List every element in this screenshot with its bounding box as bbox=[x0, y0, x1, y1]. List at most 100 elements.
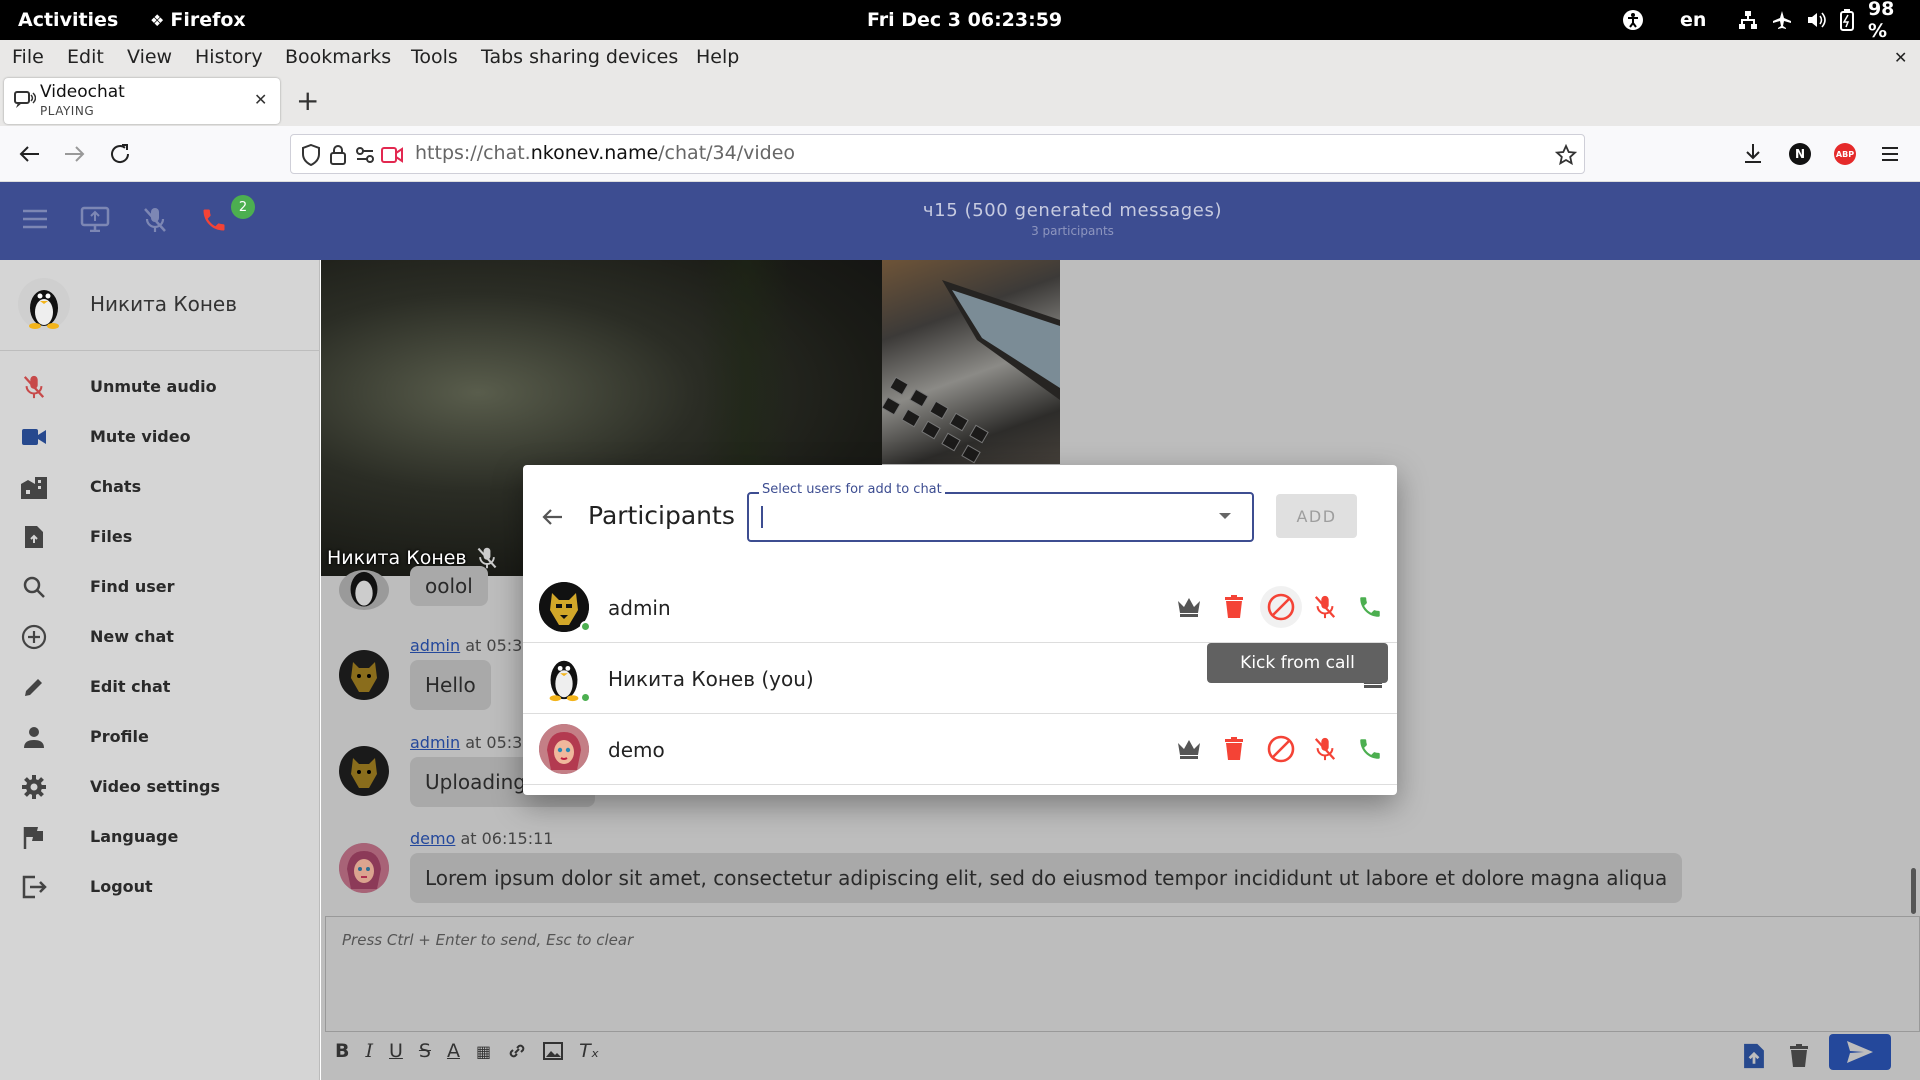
camera-sharing-icon[interactable] bbox=[381, 145, 403, 165]
menu-tools[interactable]: Tools bbox=[411, 40, 458, 74]
italic-icon[interactable]: I bbox=[365, 1040, 373, 1062]
forward-arrow-icon[interactable] bbox=[62, 142, 86, 166]
new-tab-plus-icon[interactable]: + bbox=[296, 84, 319, 117]
sidebar-item-chats[interactable]: Chats bbox=[0, 461, 320, 511]
lock-icon[interactable] bbox=[329, 144, 347, 166]
accessibility-icon[interactable] bbox=[1622, 0, 1644, 40]
sidebar-item-unmute-audio[interactable]: Unmute audio bbox=[0, 361, 320, 411]
sidebar-item-edit-chat[interactable]: Edit chat bbox=[0, 661, 320, 711]
avatar[interactable] bbox=[539, 653, 591, 703]
bookmark-star-icon[interactable] bbox=[1555, 144, 1577, 166]
file-upload-icon[interactable] bbox=[1743, 1042, 1765, 1070]
chat-subtitle: 3 participants bbox=[1031, 224, 1114, 238]
delete-icon[interactable] bbox=[1789, 1044, 1809, 1068]
add-button[interactable]: ADD bbox=[1276, 494, 1357, 538]
scrollbar-thumb[interactable] bbox=[1911, 868, 1916, 914]
delete-icon[interactable] bbox=[1219, 592, 1249, 622]
chat-title[interactable]: ч15 (500 generated messages) bbox=[0, 200, 1920, 221]
menu-edit[interactable]: Edit bbox=[67, 40, 104, 74]
reload-icon[interactable] bbox=[108, 142, 132, 166]
extension-n-icon[interactable]: N bbox=[1789, 143, 1811, 165]
mic-off-icon[interactable] bbox=[1310, 592, 1340, 622]
editor-toolbar: B I U S A ▦ Tₓ bbox=[335, 1040, 599, 1062]
avatar[interactable] bbox=[339, 650, 389, 700]
user-select-field[interactable]: Select users for add to chat bbox=[747, 482, 1254, 542]
downloads-icon[interactable] bbox=[1742, 142, 1764, 166]
hamburger-menu-icon[interactable] bbox=[1879, 143, 1901, 165]
sidebar-item-profile[interactable]: Profile bbox=[0, 711, 320, 761]
tab-strip: Videochat PLAYING ✕ + bbox=[0, 74, 1920, 126]
highlight-icon[interactable]: ▦ bbox=[476, 1042, 491, 1061]
sidebar-item-mute-video[interactable]: Mute video bbox=[0, 411, 320, 461]
keyboard-layout[interactable]: en bbox=[1680, 0, 1706, 40]
participant-row-admin[interactable]: admin bbox=[523, 572, 1397, 643]
permissions-icon[interactable] bbox=[355, 146, 375, 164]
sidebar-item-new-chat[interactable]: New chat bbox=[0, 611, 320, 661]
menu-tabs-sharing-devices[interactable]: Tabs sharing devices bbox=[481, 40, 678, 74]
crown-icon[interactable] bbox=[1174, 592, 1204, 622]
kick-from-call-icon[interactable] bbox=[1266, 734, 1296, 764]
window-close-icon[interactable]: ✕ bbox=[1894, 40, 1907, 74]
image-icon[interactable] bbox=[543, 1042, 564, 1060]
url-text[interactable]: https://chat.nkonev.name/chat/34/video bbox=[415, 142, 795, 164]
network-icon bbox=[1738, 11, 1757, 29]
online-indicator bbox=[580, 692, 591, 703]
message-bubble[interactable]: oolol bbox=[410, 566, 488, 606]
back-arrow-icon[interactable] bbox=[541, 505, 565, 529]
sidebar-item-find-user[interactable]: Find user bbox=[0, 561, 320, 611]
message-bubble[interactable]: Hello bbox=[410, 660, 491, 710]
avatar[interactable] bbox=[539, 582, 591, 632]
clear-format-icon[interactable]: Tₓ bbox=[579, 1040, 599, 1062]
url-bar[interactable]: https://chat.nkonev.name/chat/34/video bbox=[290, 134, 1585, 174]
bold-icon[interactable]: B bbox=[335, 1040, 349, 1062]
sidebar-item-files[interactable]: Files bbox=[0, 511, 320, 561]
tab-close-icon[interactable]: ✕ bbox=[254, 90, 267, 109]
avatar[interactable] bbox=[339, 746, 389, 796]
send-button[interactable] bbox=[1829, 1034, 1891, 1070]
mic-off-icon bbox=[20, 374, 48, 400]
text-caret bbox=[761, 506, 763, 528]
remote-video[interactable] bbox=[882, 260, 1060, 464]
sidebar-item-label: Unmute audio bbox=[90, 376, 217, 396]
underline-icon[interactable]: U bbox=[389, 1040, 403, 1062]
message-author-link[interactable]: demo bbox=[410, 829, 455, 848]
menu-view[interactable]: View bbox=[127, 40, 172, 74]
adblock-plus-icon[interactable]: ABP bbox=[1834, 143, 1856, 165]
message-bubble[interactable]: Lorem ipsum dolor sit amet, consectetur … bbox=[410, 853, 1683, 903]
crown-icon[interactable] bbox=[1174, 734, 1204, 764]
sidebar-item-logout[interactable]: Logout bbox=[0, 861, 320, 911]
dropdown-arrow-icon[interactable] bbox=[1219, 513, 1231, 519]
mic-off-icon[interactable] bbox=[1310, 734, 1340, 764]
back-arrow-icon[interactable] bbox=[18, 142, 42, 166]
link-icon[interactable] bbox=[507, 1041, 527, 1061]
menu-history[interactable]: History bbox=[195, 40, 263, 74]
tab-subtitle: PLAYING bbox=[40, 104, 95, 118]
avatar[interactable] bbox=[339, 843, 389, 893]
menu-help[interactable]: Help bbox=[696, 40, 739, 74]
call-icon[interactable] bbox=[1355, 734, 1385, 764]
sidebar-user-name[interactable]: Никита Конев bbox=[90, 292, 237, 316]
app-menu[interactable]: ❖ Firefox bbox=[150, 0, 246, 40]
tab-videochat[interactable]: Videochat PLAYING ✕ bbox=[4, 78, 280, 124]
shield-icon[interactable] bbox=[301, 144, 321, 166]
menu-bookmarks[interactable]: Bookmarks bbox=[285, 40, 391, 74]
clock[interactable]: Fri Dec 3 06:23:59 bbox=[867, 0, 1062, 40]
activities-button[interactable]: Activities bbox=[18, 0, 118, 40]
menu-file[interactable]: File bbox=[12, 40, 44, 74]
editor-placeholder: Press Ctrl + Enter to send, Esc to clear bbox=[342, 931, 634, 949]
text-color-icon[interactable]: A bbox=[447, 1040, 460, 1062]
message-author-link[interactable]: admin bbox=[410, 733, 460, 752]
delete-icon[interactable] bbox=[1219, 734, 1249, 764]
kick-from-call-icon[interactable] bbox=[1260, 586, 1302, 628]
avatar[interactable] bbox=[339, 570, 389, 610]
avatar[interactable] bbox=[539, 724, 589, 774]
message-author-link[interactable]: admin bbox=[410, 636, 460, 655]
strikethrough-icon[interactable]: S bbox=[419, 1040, 431, 1062]
sidebar-item-video-settings[interactable]: Video settings bbox=[0, 761, 320, 811]
call-icon[interactable] bbox=[1355, 592, 1385, 622]
message-editor[interactable]: Press Ctrl + Enter to send, Esc to clear bbox=[325, 916, 1920, 1032]
participant-row-demo[interactable]: demo bbox=[523, 714, 1397, 785]
system-status-area[interactable]: 98 % bbox=[1738, 0, 1920, 42]
sidebar-item-language[interactable]: Language bbox=[0, 811, 320, 861]
avatar[interactable] bbox=[18, 278, 70, 330]
